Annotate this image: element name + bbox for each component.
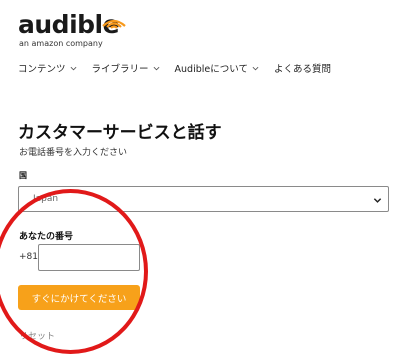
country-select[interactable]: Japan xyxy=(18,186,389,212)
nav-item-contents[interactable]: コンテンツ xyxy=(18,61,77,75)
audible-waves-icon xyxy=(102,19,126,29)
chevron-down-icon xyxy=(373,198,382,203)
nav-item-library[interactable]: ライブラリー xyxy=(92,61,160,75)
chevron-down-icon xyxy=(153,66,159,70)
page-title: カスタマーサービスと話す xyxy=(18,123,222,143)
nav-item-label: Audibleについて xyxy=(174,64,248,75)
country-select-value: Japan xyxy=(33,194,59,204)
country-label: 国 xyxy=(19,171,27,180)
nav-item-label: ライブラリー xyxy=(91,64,149,75)
logo-tagline: an amazon company xyxy=(19,39,103,48)
chevron-down-icon xyxy=(70,66,76,70)
top-nav: コンテンツ ライブラリー Audibleについて よくある質問 xyxy=(18,60,346,76)
phone-number-input[interactable] xyxy=(38,244,140,271)
nav-item-faq[interactable]: よくある質問 xyxy=(274,61,331,75)
nav-item-about[interactable]: Audibleについて xyxy=(175,61,259,75)
chevron-down-icon xyxy=(252,66,259,70)
country-code: +81 xyxy=(19,252,38,262)
reset-link[interactable]: リセット xyxy=(19,329,55,342)
page-subtitle: お電話番号を入力ください xyxy=(19,148,128,158)
nav-item-label: よくある質問 xyxy=(273,64,331,75)
nav-item-label: コンテンツ xyxy=(18,64,66,75)
phone-number-label: あなたの番号 xyxy=(19,232,74,242)
call-now-button[interactable]: すぐにかけてください xyxy=(18,285,140,310)
audible-logo[interactable]: audible an amazon company xyxy=(18,10,128,50)
